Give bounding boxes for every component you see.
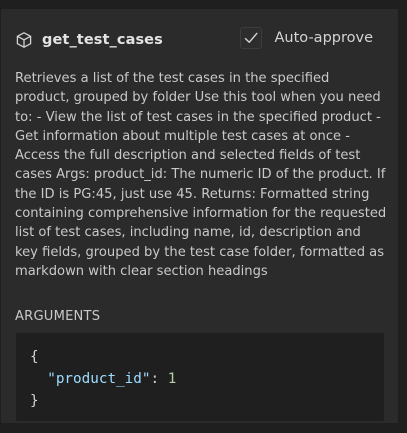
json-line: "product_id": 1: [30, 368, 384, 390]
tool-description: Retrieves a list of the test cases in th…: [15, 71, 387, 279]
json-colon: :: [150, 371, 168, 387]
json-key: "product_id": [47, 371, 151, 387]
tool-name: get_test_cases: [42, 32, 163, 48]
json-close-brace: }: [30, 393, 39, 409]
package-icon: [15, 31, 33, 49]
tool-header: get_test_cases Auto-approve: [15, 27, 378, 51]
check-icon: [244, 32, 258, 43]
arguments-heading: ARGUMENTS: [15, 309, 101, 324]
tool-card: get_test_cases Auto-approve Retrieves a …: [1, 9, 398, 423]
json-value: 1: [167, 371, 177, 387]
auto-approve-toggle[interactable]: Auto-approve: [239, 27, 373, 49]
auto-approve-checkbox[interactable]: [239, 27, 262, 49]
arguments-code-block: { "product_id": 1 }: [15, 332, 385, 422]
json-open-brace: {: [30, 349, 39, 365]
auto-approve-label: Auto-approve: [274, 30, 373, 46]
